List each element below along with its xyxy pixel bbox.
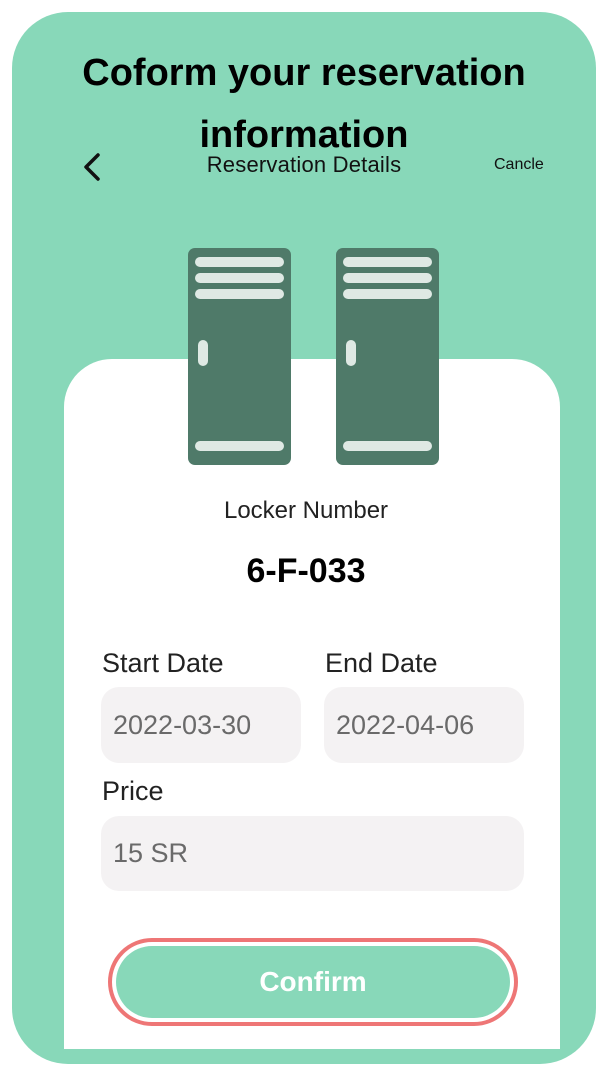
end-date-label: End Date <box>325 648 438 678</box>
locker-icon <box>188 248 291 465</box>
page-headline: Coform your reservation information <box>82 52 526 156</box>
start-date-label: Start Date <box>102 648 224 678</box>
price-label: Price <box>102 776 164 806</box>
end-date-field[interactable]: 2022-04-06 <box>324 687 524 763</box>
cancel-link[interactable]: Cancle <box>494 156 544 174</box>
locker-icon <box>336 248 439 465</box>
start-date-field[interactable]: 2022-03-30 <box>101 687 301 763</box>
locker-number-label: Locker Number <box>223 497 389 524</box>
locker-number-value: 6-F-033 <box>246 552 366 590</box>
confirm-button-label: Confirm <box>116 946 510 1018</box>
price-field[interactable]: 15 SR <box>101 816 524 891</box>
phone-screen: Coform your reservation information Rese… <box>12 12 596 1064</box>
confirm-button[interactable]: Confirm <box>108 938 518 1026</box>
